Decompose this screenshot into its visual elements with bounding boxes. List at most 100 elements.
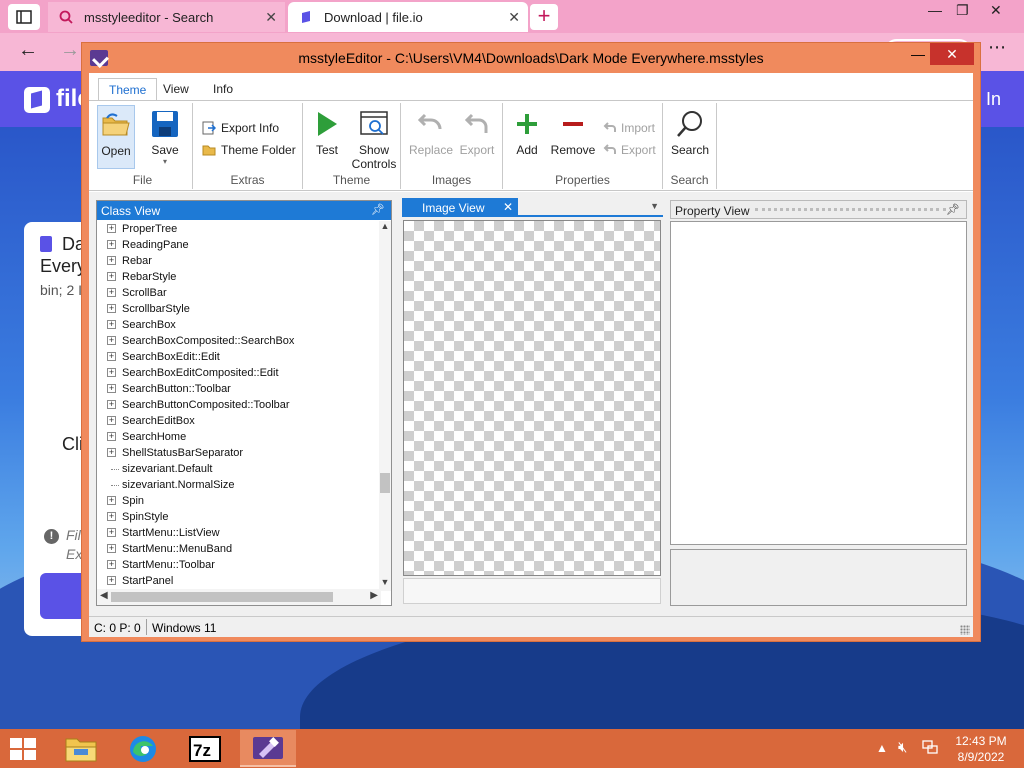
scroll-thumb[interactable] [380, 473, 390, 493]
import-button[interactable]: Import [601, 119, 655, 137]
taskbar-edge[interactable] [118, 730, 168, 767]
expand-icon[interactable]: + [107, 256, 116, 265]
tree-item[interactable]: sizevariant.Default [97, 461, 381, 477]
expand-icon[interactable]: + [107, 368, 116, 377]
tree-item[interactable]: + SearchBoxComposited::SearchBox [97, 333, 381, 349]
expand-icon[interactable]: + [107, 304, 116, 313]
browser-tab-download[interactable]: Download | file.io ✕ [288, 2, 528, 32]
tree-item[interactable]: + StartMenu::ListView [97, 525, 381, 541]
tree-item[interactable]: + Spin [97, 493, 381, 509]
close-tab-icon[interactable]: ✕ [508, 9, 520, 26]
expand-icon[interactable]: + [107, 432, 116, 441]
resize-grip-icon[interactable] [960, 625, 970, 635]
more-options-icon[interactable]: ⋯ [988, 37, 1006, 58]
new-tab-button[interactable]: + [530, 4, 558, 30]
test-button[interactable]: Test [307, 105, 347, 157]
browser-tab-search[interactable]: msstyleeditor - Search ✕ [48, 2, 285, 32]
tree-item[interactable]: + SearchBoxEdit::Edit [97, 349, 381, 365]
property-grid[interactable] [670, 221, 967, 545]
back-arrow-icon[interactable]: ← [18, 39, 38, 62]
taskbar-msstyleeditor[interactable] [240, 730, 296, 767]
close-tab-icon[interactable]: ✕ [503, 200, 513, 214]
image-view-tab[interactable]: Image View ✕ [402, 198, 518, 217]
tree-item[interactable]: + SearchButton::Toolbar [97, 381, 381, 397]
tab-actions-button[interactable] [8, 4, 40, 30]
scroll-left-icon[interactable]: ◀ [100, 590, 108, 601]
tree-item[interactable]: + RebarStyle [97, 269, 381, 285]
show-hidden-icons-icon[interactable]: ▲ [876, 741, 888, 755]
expand-icon[interactable]: + [107, 288, 116, 297]
tree-item[interactable]: sizevariant.NormalSize [97, 477, 381, 493]
expand-icon[interactable]: + [107, 336, 116, 345]
close-tab-icon[interactable]: ✕ [265, 9, 277, 26]
tree-item[interactable]: + ReadingPane [97, 237, 381, 253]
show-controls-button[interactable]: Show Controls [349, 105, 399, 171]
tree-item[interactable]: + SearchEditBox [97, 413, 381, 429]
download-button[interactable] [40, 573, 84, 619]
tree-item[interactable]: + StartMenu::Toolbar [97, 557, 381, 573]
search-button[interactable]: Search [668, 105, 712, 157]
windows-start-icon[interactable] [10, 738, 38, 760]
restore-icon[interactable]: ❐ [956, 2, 969, 19]
export-image-button[interactable]: Export [457, 105, 497, 157]
expand-icon[interactable]: + [107, 320, 116, 329]
tree-item[interactable]: + StartMenu::MenuBand [97, 541, 381, 557]
tree-item[interactable]: + ScrollbarStyle [97, 301, 381, 317]
class-tree-horizontal-scrollbar[interactable]: ◀ ▶ [97, 589, 381, 605]
pin-icon[interactable]: 📌︎ [946, 203, 960, 216]
expand-icon[interactable]: + [107, 512, 116, 521]
replace-button[interactable]: Replace [409, 105, 453, 157]
image-preview-canvas[interactable] [403, 220, 661, 576]
expand-icon[interactable]: + [107, 400, 116, 409]
expand-icon[interactable]: + [107, 528, 116, 537]
tab-theme[interactable]: Theme [98, 78, 158, 101]
tree-item[interactable]: + Rebar [97, 253, 381, 269]
theme-folder-button[interactable]: Theme Folder [201, 141, 296, 159]
expand-icon[interactable]: + [107, 352, 116, 361]
taskbar-file-explorer[interactable] [56, 730, 106, 767]
expand-icon[interactable]: + [107, 240, 116, 249]
expand-icon[interactable]: + [107, 384, 116, 393]
expand-icon[interactable]: + [107, 416, 116, 425]
pin-icon[interactable]: 📌︎ [371, 203, 385, 216]
system-clock[interactable]: 12:43 PM 8/9/2022 [951, 733, 1011, 765]
tab-view[interactable]: View [153, 78, 199, 101]
expand-icon[interactable]: + [107, 224, 116, 233]
title-bar[interactable]: msstyleEditor - C:\Users\VM4\Downloads\D… [82, 43, 980, 73]
scroll-right-icon[interactable]: ▶ [370, 590, 378, 601]
minimize-button[interactable]: — [906, 43, 930, 65]
scroll-up-icon[interactable]: ▲ [379, 221, 391, 235]
tree-item[interactable]: + SpinStyle [97, 509, 381, 525]
network-icon[interactable] [922, 739, 938, 758]
expand-icon[interactable]: + [107, 544, 116, 553]
tab-info[interactable]: Info [203, 78, 243, 101]
scroll-thumb[interactable] [111, 592, 333, 602]
save-button[interactable]: Save ▾ [145, 105, 185, 166]
expand-icon[interactable]: + [107, 448, 116, 457]
taskbar-7zip[interactable]: 7z [180, 730, 230, 767]
tree-item[interactable]: + SearchBoxEditComposited::Edit [97, 365, 381, 381]
export-property-button[interactable]: Export [601, 141, 656, 159]
close-button[interactable]: ✕ [930, 43, 974, 65]
export-info-button[interactable]: Export Info [201, 119, 279, 137]
class-tree[interactable]: + ProperTree + ReadingPane + Rebar + RebarStyle… [97, 221, 381, 591]
expand-icon[interactable]: + [107, 560, 116, 569]
open-button[interactable]: Open [97, 105, 135, 169]
site-login-link[interactable]: In [986, 89, 1001, 110]
expand-icon[interactable]: + [107, 576, 116, 585]
save-dropdown-icon[interactable]: ▾ [145, 157, 185, 166]
expand-icon[interactable]: + [107, 496, 116, 505]
tree-item[interactable]: + StartPanel [97, 573, 381, 589]
forward-arrow-icon[interactable]: → [60, 39, 80, 62]
class-tree-vertical-scrollbar[interactable]: ▲ ▼ [379, 221, 391, 591]
tree-item[interactable]: + SearchBox [97, 317, 381, 333]
volume-muted-icon[interactable]: 🔇︎ [898, 739, 907, 756]
minimize-icon[interactable]: — [928, 2, 942, 18]
close-icon[interactable]: ✕ [990, 2, 1002, 19]
tree-item[interactable]: + ProperTree [97, 221, 381, 237]
remove-button[interactable]: Remove [549, 105, 597, 157]
tree-item[interactable]: + ShellStatusBarSeparator [97, 445, 381, 461]
expand-icon[interactable]: + [107, 272, 116, 281]
tree-item[interactable]: + ScrollBar [97, 285, 381, 301]
tree-item[interactable]: + SearchButtonComposited::Toolbar [97, 397, 381, 413]
